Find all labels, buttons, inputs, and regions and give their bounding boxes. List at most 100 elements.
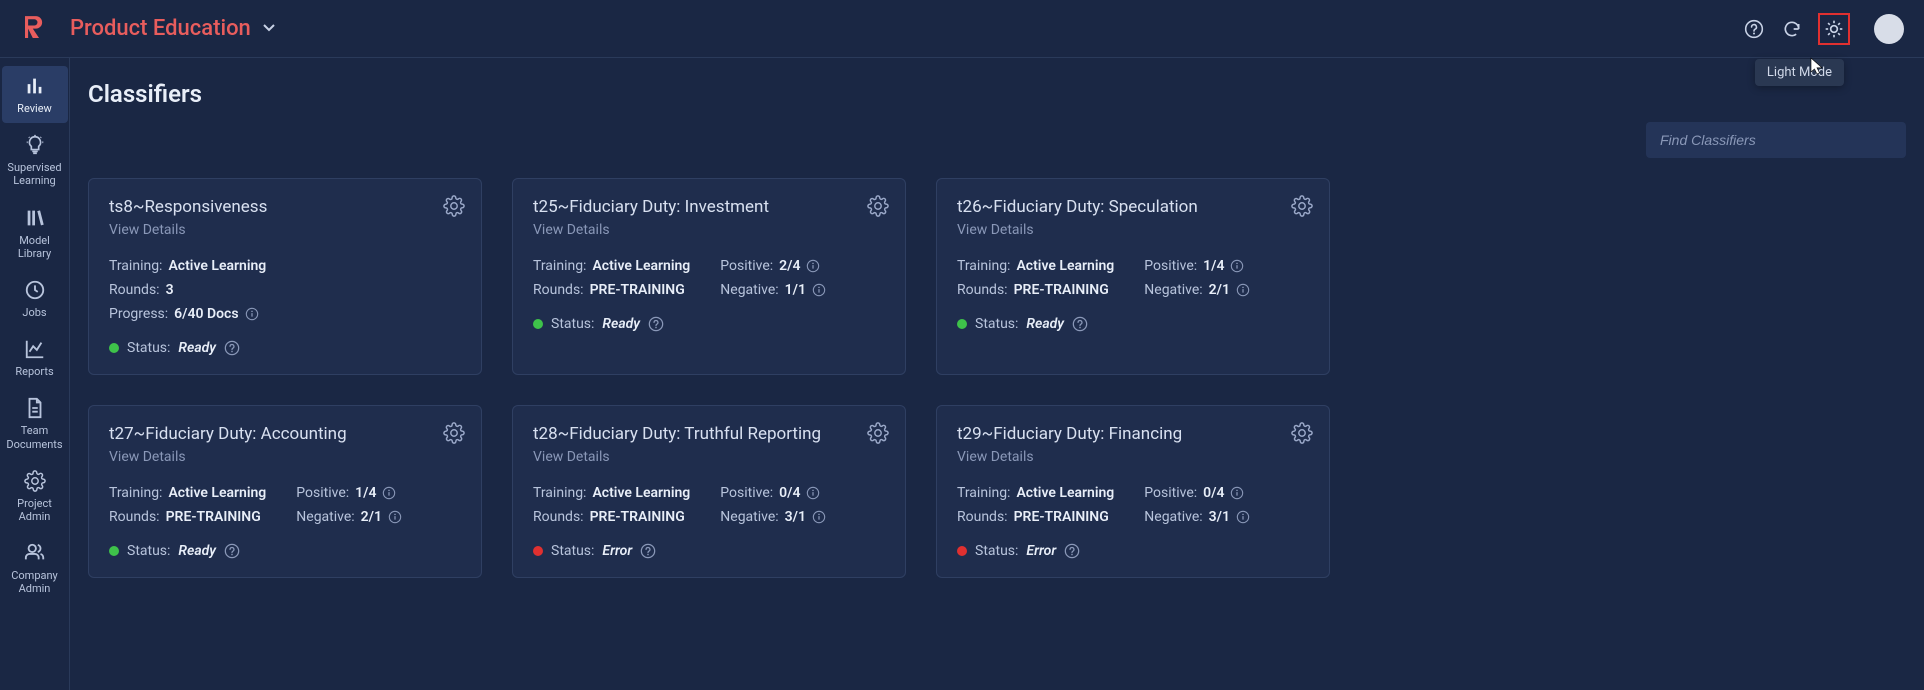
status-row: Status: Ready bbox=[533, 316, 885, 332]
classifier-card: t29~Fiduciary Duty: Financing View Detai… bbox=[936, 405, 1330, 578]
avatar[interactable] bbox=[1874, 14, 1904, 44]
help-icon[interactable] bbox=[1072, 316, 1088, 332]
info-icon[interactable] bbox=[1230, 486, 1244, 500]
status-dot-icon bbox=[533, 546, 543, 556]
info-icon[interactable] bbox=[806, 486, 820, 500]
classifier-card: t28~Fiduciary Duty: Truthful Reporting V… bbox=[512, 405, 906, 578]
clock-icon bbox=[23, 278, 47, 302]
gear-icon[interactable] bbox=[1291, 195, 1313, 217]
app-title[interactable]: Product Education bbox=[70, 16, 251, 41]
classifier-card: t26~Fiduciary Duty: Speculation View Det… bbox=[936, 178, 1330, 375]
app-logo[interactable] bbox=[25, 14, 55, 44]
sidebar-item-supervised-learning[interactable]: Supervised Learning bbox=[2, 125, 68, 195]
info-icon[interactable] bbox=[806, 259, 820, 273]
help-icon[interactable] bbox=[224, 543, 240, 559]
page-title: Classifiers bbox=[88, 80, 1906, 108]
status-dot-icon bbox=[109, 343, 119, 353]
card-title: t28~Fiduciary Duty: Truthful Reporting bbox=[533, 424, 885, 444]
rounds-line: Rounds: PRE-TRAINING bbox=[533, 282, 690, 298]
card-title: t29~Fiduciary Duty: Financing bbox=[957, 424, 1309, 444]
search-input[interactable] bbox=[1646, 122, 1906, 158]
training-line: Training: Active Learning bbox=[533, 485, 690, 501]
sidebar-item-jobs[interactable]: Jobs bbox=[2, 270, 68, 327]
info-icon[interactable] bbox=[1236, 283, 1250, 297]
positive-line: Positive: 2/4 bbox=[720, 258, 826, 274]
line-chart-icon bbox=[23, 337, 47, 361]
sidebar-item-team-documents[interactable]: Team Documents bbox=[2, 388, 68, 458]
light-mode-icon[interactable] bbox=[1818, 13, 1850, 45]
info-icon[interactable] bbox=[812, 283, 826, 297]
gear-icon[interactable] bbox=[443, 195, 465, 217]
classifier-card: t25~Fiduciary Duty: Investment View Deta… bbox=[512, 178, 906, 375]
main: Classifiers ts8~Responsiveness View Deta… bbox=[70, 58, 1924, 690]
sidebar-item-review[interactable]: Review bbox=[2, 66, 68, 123]
classifier-card: ts8~Responsiveness View Details Training… bbox=[88, 178, 482, 375]
positive-line: Positive: 0/4 bbox=[1144, 485, 1250, 501]
topbar: Product Education Light Mode bbox=[0, 0, 1924, 58]
sync-icon[interactable] bbox=[1780, 17, 1804, 41]
gear-icon[interactable] bbox=[867, 422, 889, 444]
help-icon[interactable] bbox=[640, 543, 656, 559]
view-details-link[interactable]: View Details bbox=[109, 222, 186, 238]
help-icon[interactable] bbox=[648, 316, 664, 332]
info-icon[interactable] bbox=[1230, 259, 1244, 273]
rounds-line: Rounds: 3 bbox=[109, 282, 266, 298]
sidebar-item-label: Reports bbox=[15, 365, 53, 378]
gear-icon[interactable] bbox=[1291, 422, 1313, 444]
status-row: Status: Error bbox=[957, 543, 1309, 559]
sidebar-item-reports[interactable]: Reports bbox=[2, 329, 68, 386]
info-icon[interactable] bbox=[812, 510, 826, 524]
sidebar-item-label: Review bbox=[17, 102, 52, 115]
bar-chart-icon bbox=[23, 74, 47, 98]
card-title: t26~Fiduciary Duty: Speculation bbox=[957, 197, 1309, 217]
training-line: Training: Active Learning bbox=[957, 485, 1114, 501]
info-icon[interactable] bbox=[245, 307, 259, 321]
progress-line: Progress: 6/40 Docs bbox=[109, 306, 266, 322]
sidebar-item-label: Company Admin bbox=[4, 569, 66, 595]
chevron-down-icon[interactable] bbox=[261, 19, 277, 39]
help-icon[interactable] bbox=[1064, 543, 1080, 559]
status-dot-icon bbox=[957, 546, 967, 556]
sidebar-item-project-admin[interactable]: Project Admin bbox=[2, 461, 68, 531]
view-details-link[interactable]: View Details bbox=[533, 222, 610, 238]
rounds-line: Rounds: PRE-TRAINING bbox=[533, 509, 690, 525]
info-icon[interactable] bbox=[388, 510, 402, 524]
view-details-link[interactable]: View Details bbox=[957, 449, 1034, 465]
rounds-line: Rounds: PRE-TRAINING bbox=[957, 509, 1114, 525]
status-dot-icon bbox=[109, 546, 119, 556]
info-icon[interactable] bbox=[1236, 510, 1250, 524]
status-row: Status: Ready bbox=[957, 316, 1309, 332]
status-row: Status: Error bbox=[533, 543, 885, 559]
sidebar-item-company-admin[interactable]: Company Admin bbox=[2, 533, 68, 603]
gear-icon[interactable] bbox=[443, 422, 465, 444]
positive-line: Positive: 0/4 bbox=[720, 485, 826, 501]
positive-line: Positive: 1/4 bbox=[1144, 258, 1250, 274]
status-row: Status: Ready bbox=[109, 543, 461, 559]
classifier-card: t27~Fiduciary Duty: Accounting View Deta… bbox=[88, 405, 482, 578]
training-line: Training: Active Learning bbox=[109, 258, 266, 274]
users-icon bbox=[23, 541, 47, 565]
gear-icon bbox=[23, 469, 47, 493]
view-details-link[interactable]: View Details bbox=[957, 222, 1034, 238]
document-icon bbox=[23, 396, 47, 420]
help-icon[interactable] bbox=[1742, 17, 1766, 41]
training-line: Training: Active Learning bbox=[533, 258, 690, 274]
view-details-link[interactable]: View Details bbox=[109, 449, 186, 465]
library-icon bbox=[23, 206, 47, 230]
negative-line: Negative: 3/1 bbox=[720, 509, 826, 525]
status-row: Status: Ready bbox=[109, 340, 461, 356]
rounds-line: Rounds: PRE-TRAINING bbox=[109, 509, 266, 525]
classifier-grid: ts8~Responsiveness View Details Training… bbox=[88, 178, 1906, 578]
sidebar-item-label: Team Documents bbox=[4, 424, 66, 450]
view-details-link[interactable]: View Details bbox=[533, 449, 610, 465]
status-dot-icon bbox=[957, 319, 967, 329]
sidebar-item-label: Project Admin bbox=[4, 497, 66, 523]
info-icon[interactable] bbox=[382, 486, 396, 500]
card-title: t25~Fiduciary Duty: Investment bbox=[533, 197, 885, 217]
negative-line: Negative: 3/1 bbox=[1144, 509, 1250, 525]
gear-icon[interactable] bbox=[867, 195, 889, 217]
help-icon[interactable] bbox=[224, 340, 240, 356]
sidebar-item-model-library[interactable]: Model Library bbox=[2, 198, 68, 268]
card-title: ts8~Responsiveness bbox=[109, 197, 461, 217]
negative-line: Negative: 2/1 bbox=[1144, 282, 1250, 298]
